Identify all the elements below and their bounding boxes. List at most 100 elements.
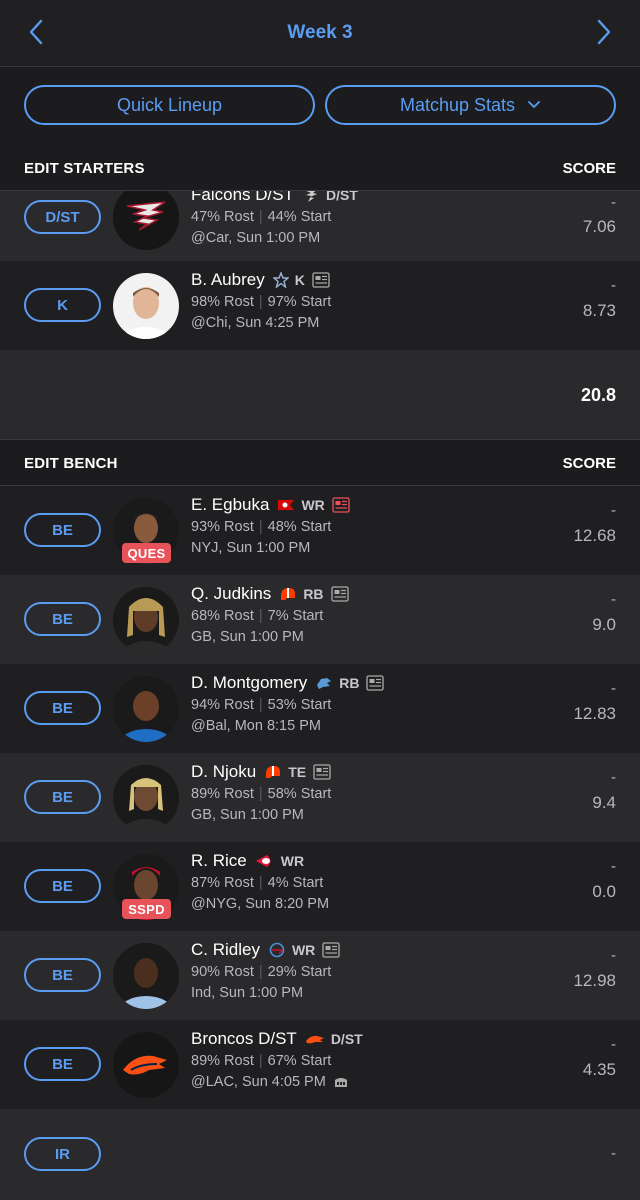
matchup-stats-button[interactable]: Matchup Stats — [325, 85, 616, 125]
ownership-stats: 68% Rost | 7% Start — [191, 608, 324, 624]
projected-score: 9.0 — [592, 615, 616, 634]
team-avatar — [113, 191, 179, 250]
edit-bench-label[interactable]: EDIT BENCH — [24, 455, 118, 472]
quick-lineup-label: Quick Lineup — [116, 94, 223, 115]
news-alert-icon[interactable] — [332, 497, 350, 513]
slot-label: BE — [52, 521, 73, 539]
player-headshot-icon — [113, 765, 179, 831]
matchup-stats-label: Matchup Stats — [399, 94, 516, 115]
position-label: RB — [303, 586, 324, 602]
week-title[interactable]: Week 3 — [287, 22, 352, 44]
slot-button[interactable]: BE — [24, 691, 101, 725]
game-info: @LAC, Sun 4:05 PM — [191, 1074, 348, 1090]
starters-total-score: 20.8 — [580, 385, 616, 405]
player-name[interactable]: Q. Judkins RB — [191, 584, 349, 604]
slot-button[interactable]: BE — [24, 1047, 101, 1081]
chevron-down-icon — [528, 101, 540, 108]
player-name[interactable]: R. Rice WR — [191, 851, 304, 871]
game-text: @LAC, Sun 4:05 PM — [191, 1074, 326, 1090]
news-icon[interactable] — [313, 764, 331, 780]
projected-score: 12.83 — [573, 704, 616, 723]
player-avatar — [113, 943, 179, 1009]
player-avatar — [113, 765, 179, 831]
ir-score: - — [611, 1145, 616, 1162]
player-headshot-icon — [113, 943, 179, 1009]
player-row[interactable]: BE C. Ridley WR 90% Rost | 29% Start Ind, … — [0, 931, 640, 1020]
news-icon[interactable] — [322, 942, 340, 958]
projected-score: 0.0 — [592, 882, 616, 901]
game-text: GB, Sun 1:00 PM — [191, 807, 304, 823]
player-name[interactable]: B. Aubrey K — [191, 270, 330, 290]
player-row[interactable]: BE D. Njoku TE 89% Rost | 58% Start GB, Su… — [0, 753, 640, 842]
player-row[interactable]: BE Broncos D/ST D/ST 89% Rost | 67% Start … — [0, 1020, 640, 1109]
actual-score: - — [611, 591, 616, 608]
slot-button[interactable]: BE — [24, 958, 101, 992]
projected-score: 7.06 — [582, 217, 616, 236]
player-name[interactable]: C. Ridley WR — [191, 940, 340, 960]
browns-helmet-icon — [279, 586, 297, 602]
prev-week-button[interactable] — [20, 16, 52, 48]
game-text: @Bal, Mon 8:15 PM — [191, 718, 321, 734]
position-label: TE — [288, 764, 307, 780]
slot-label: BE — [52, 966, 73, 984]
player-name[interactable]: Broncos D/ST D/ST — [191, 1029, 363, 1049]
slot-label: BE — [52, 699, 73, 717]
player-name[interactable]: D. Njoku TE — [191, 762, 331, 782]
projected-score: 4.35 — [582, 1060, 616, 1079]
projected-score: 9.4 — [592, 793, 616, 812]
quick-lineup-button[interactable]: Quick Lineup — [24, 85, 315, 125]
action-bar: Quick Lineup Matchup Stats — [0, 67, 640, 146]
start-pct: 97% Start — [267, 294, 332, 310]
game-text: @Car, Sun 1:00 PM — [191, 230, 321, 246]
player-row[interactable]: BE Q. Judkins RB 68% Rost | 7% Start GB, S… — [0, 575, 640, 664]
ownership-stats: 47% Rost | 44% Start — [191, 209, 332, 225]
player-avatar — [113, 676, 179, 742]
game-info: @Chi, Sun 4:25 PM — [191, 315, 319, 331]
player-row[interactable]: BE SSPD R. Rice WR 87% Rost | 4% Start @NY… — [0, 842, 640, 931]
team-avatar — [113, 1032, 179, 1098]
ownership-stats: 90% Rost | 29% Start — [191, 964, 332, 980]
slot-button[interactable]: BE — [24, 602, 101, 636]
ownership-stats: 94% Rost | 53% Start — [191, 697, 332, 713]
slot-button[interactable]: BE — [24, 780, 101, 814]
starters-total-row: 20.8 — [0, 350, 640, 440]
actual-score: - — [611, 277, 616, 294]
news-icon[interactable] — [330, 586, 349, 602]
player-row[interactable]: BE D. Montgomery RB 94% Rost | 53% Start @… — [0, 664, 640, 753]
edit-starters-label[interactable]: EDIT STARTERS — [24, 160, 145, 177]
news-icon[interactable] — [312, 272, 330, 288]
rost-pct: 98% Rost — [191, 294, 254, 310]
falcons-logo-icon — [113, 191, 179, 250]
actual-score: - — [611, 1036, 616, 1053]
player-name-text: Broncos D/ST — [191, 1029, 297, 1048]
actual-score: - — [611, 680, 616, 697]
start-pct: 48% Start — [267, 519, 332, 535]
rost-pct: 87% Rost — [191, 875, 254, 891]
ir-row[interactable]: IR - — [0, 1109, 640, 1200]
projected-score: 8.73 — [582, 301, 616, 320]
slot-button[interactable]: BE — [24, 869, 101, 903]
player-row[interactable]: K B. Aubrey K 98% Rost | 97% Start @Chi, S… — [0, 261, 640, 350]
status-badge: QUES — [122, 543, 171, 563]
player-headshot-icon — [113, 587, 179, 653]
game-info: NYJ, Sun 1:00 PM — [191, 540, 310, 556]
player-name[interactable]: D. Montgomery RB — [191, 673, 385, 693]
stadium-icon — [334, 1076, 348, 1088]
game-info: @Car, Sun 1:00 PM — [191, 230, 320, 246]
player-row[interactable]: BE QUES E. Egbuka WR 93% Rost | 48% Start … — [0, 486, 640, 575]
ir-slot-button[interactable]: IR — [24, 1137, 101, 1171]
slot-button[interactable]: K — [24, 288, 101, 322]
position-label: WR — [291, 942, 316, 958]
player-name[interactable]: E. Egbuka WR — [191, 495, 350, 515]
game-info: GB, Sun 1:00 PM — [191, 807, 304, 823]
rost-pct: 47% Rost — [191, 209, 254, 225]
score-column-label: SCORE — [562, 455, 616, 472]
start-pct: 29% Start — [267, 964, 332, 980]
slot-button[interactable]: D/ST — [24, 200, 101, 234]
ownership-stats: 98% Rost | 97% Start — [191, 294, 332, 310]
slot-label: K — [57, 296, 68, 314]
news-icon[interactable] — [366, 675, 385, 691]
start-pct: 58% Start — [267, 786, 332, 802]
next-week-button[interactable] — [588, 16, 620, 48]
slot-button[interactable]: BE — [24, 513, 101, 547]
